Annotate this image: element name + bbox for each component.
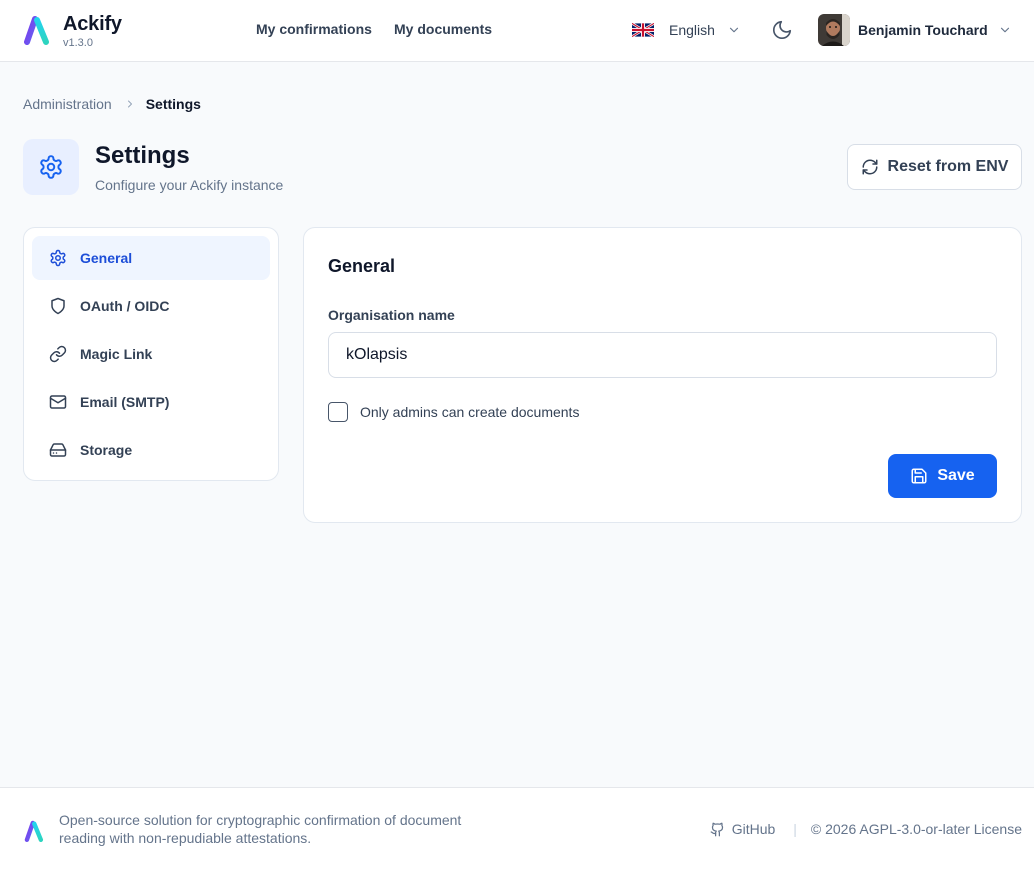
only-admins-checkbox[interactable] [328, 402, 348, 422]
footer-separator: | [793, 821, 797, 837]
ackify-logo-icon [24, 820, 44, 842]
license-text: © 2026 AGPL-3.0-or-later License [810, 821, 1022, 837]
sidebar-item-email-smtp[interactable]: Email (SMTP) [32, 380, 270, 424]
footer-links: GitHub | © 2026 AGPL-3.0-or-later Licens… [710, 821, 1022, 837]
gear-icon [50, 249, 66, 267]
breadcrumb-current: Settings [145, 96, 201, 112]
general-settings-panel: General Organisation name Only admins ca… [303, 227, 1022, 523]
chevron-down-icon [1000, 27, 1009, 33]
moon-icon[interactable] [771, 19, 793, 41]
github-link[interactable]: GitHub [710, 821, 776, 837]
page-title: Settings [95, 142, 190, 169]
save-button[interactable]: Save [888, 454, 997, 498]
mail-icon [49, 395, 67, 409]
language-selector[interactable]: English [632, 19, 741, 41]
app-version: v1.3.0 [63, 37, 93, 49]
nav-my-confirmations[interactable]: My confirmations [256, 21, 372, 37]
sidebar-item-label: OAuth / OIDC [80, 298, 170, 314]
shield-icon [51, 297, 65, 315]
footer: Open-source solution for cryptographic c… [0, 787, 1034, 871]
page-subtitle: Configure your Ackify instance [95, 177, 284, 193]
user-menu[interactable]: Benjamin Touchard [818, 14, 1012, 46]
sidebar-item-label: Magic Link [80, 346, 153, 362]
panel-title: General [328, 256, 396, 276]
sidebar-item-magic-link[interactable]: Magic Link [32, 332, 270, 376]
sidebar-item-oauth-oidc[interactable]: OAuth / OIDC [32, 284, 270, 328]
chevron-right-icon [127, 100, 132, 108]
sidebar-item-label: Email (SMTP) [80, 394, 170, 410]
footer-description: Open-source solution for cryptographic c… [59, 812, 462, 846]
settings-sidebar: General OAuth / OIDC Magic Link Email (S… [23, 227, 279, 481]
reset-from-env-button[interactable]: Reset from ENV [847, 144, 1022, 190]
nav-my-documents[interactable]: My documents [394, 21, 492, 37]
reset-button-label: Reset from ENV [887, 158, 1009, 175]
avatar [818, 14, 850, 46]
sidebar-item-storage[interactable]: Storage [32, 428, 270, 472]
sidebar-item-label: General [80, 250, 133, 266]
chevron-down-icon [729, 27, 739, 33]
uk-flag-icon [632, 23, 654, 37]
sidebar-item-label: Storage [80, 442, 133, 458]
hard-drive-icon [49, 443, 67, 457]
page-icon-box [23, 139, 79, 195]
breadcrumb: Administration Settings [23, 96, 201, 112]
refresh-icon [862, 159, 878, 175]
organisation-name-label: Organisation name [328, 307, 455, 323]
only-admins-label[interactable]: Only admins can create documents [360, 404, 579, 420]
gear-icon [40, 155, 62, 179]
save-button-label: Save [937, 467, 975, 484]
brand-name[interactable]: Ackify [63, 13, 122, 36]
github-icon [710, 822, 723, 836]
link-icon [49, 345, 67, 363]
github-label: GitHub [731, 821, 776, 837]
top-header: Ackify v1.3.0 My confirmations My docume… [0, 0, 1034, 62]
organisation-name-input[interactable] [328, 332, 997, 378]
sidebar-item-general[interactable]: General [32, 236, 270, 280]
ackify-logo-icon[interactable] [24, 15, 52, 45]
breadcrumb-administration[interactable]: Administration [23, 96, 112, 112]
save-icon [911, 468, 927, 484]
user-name: Benjamin Touchard [858, 22, 988, 38]
language-label: English [669, 22, 715, 38]
